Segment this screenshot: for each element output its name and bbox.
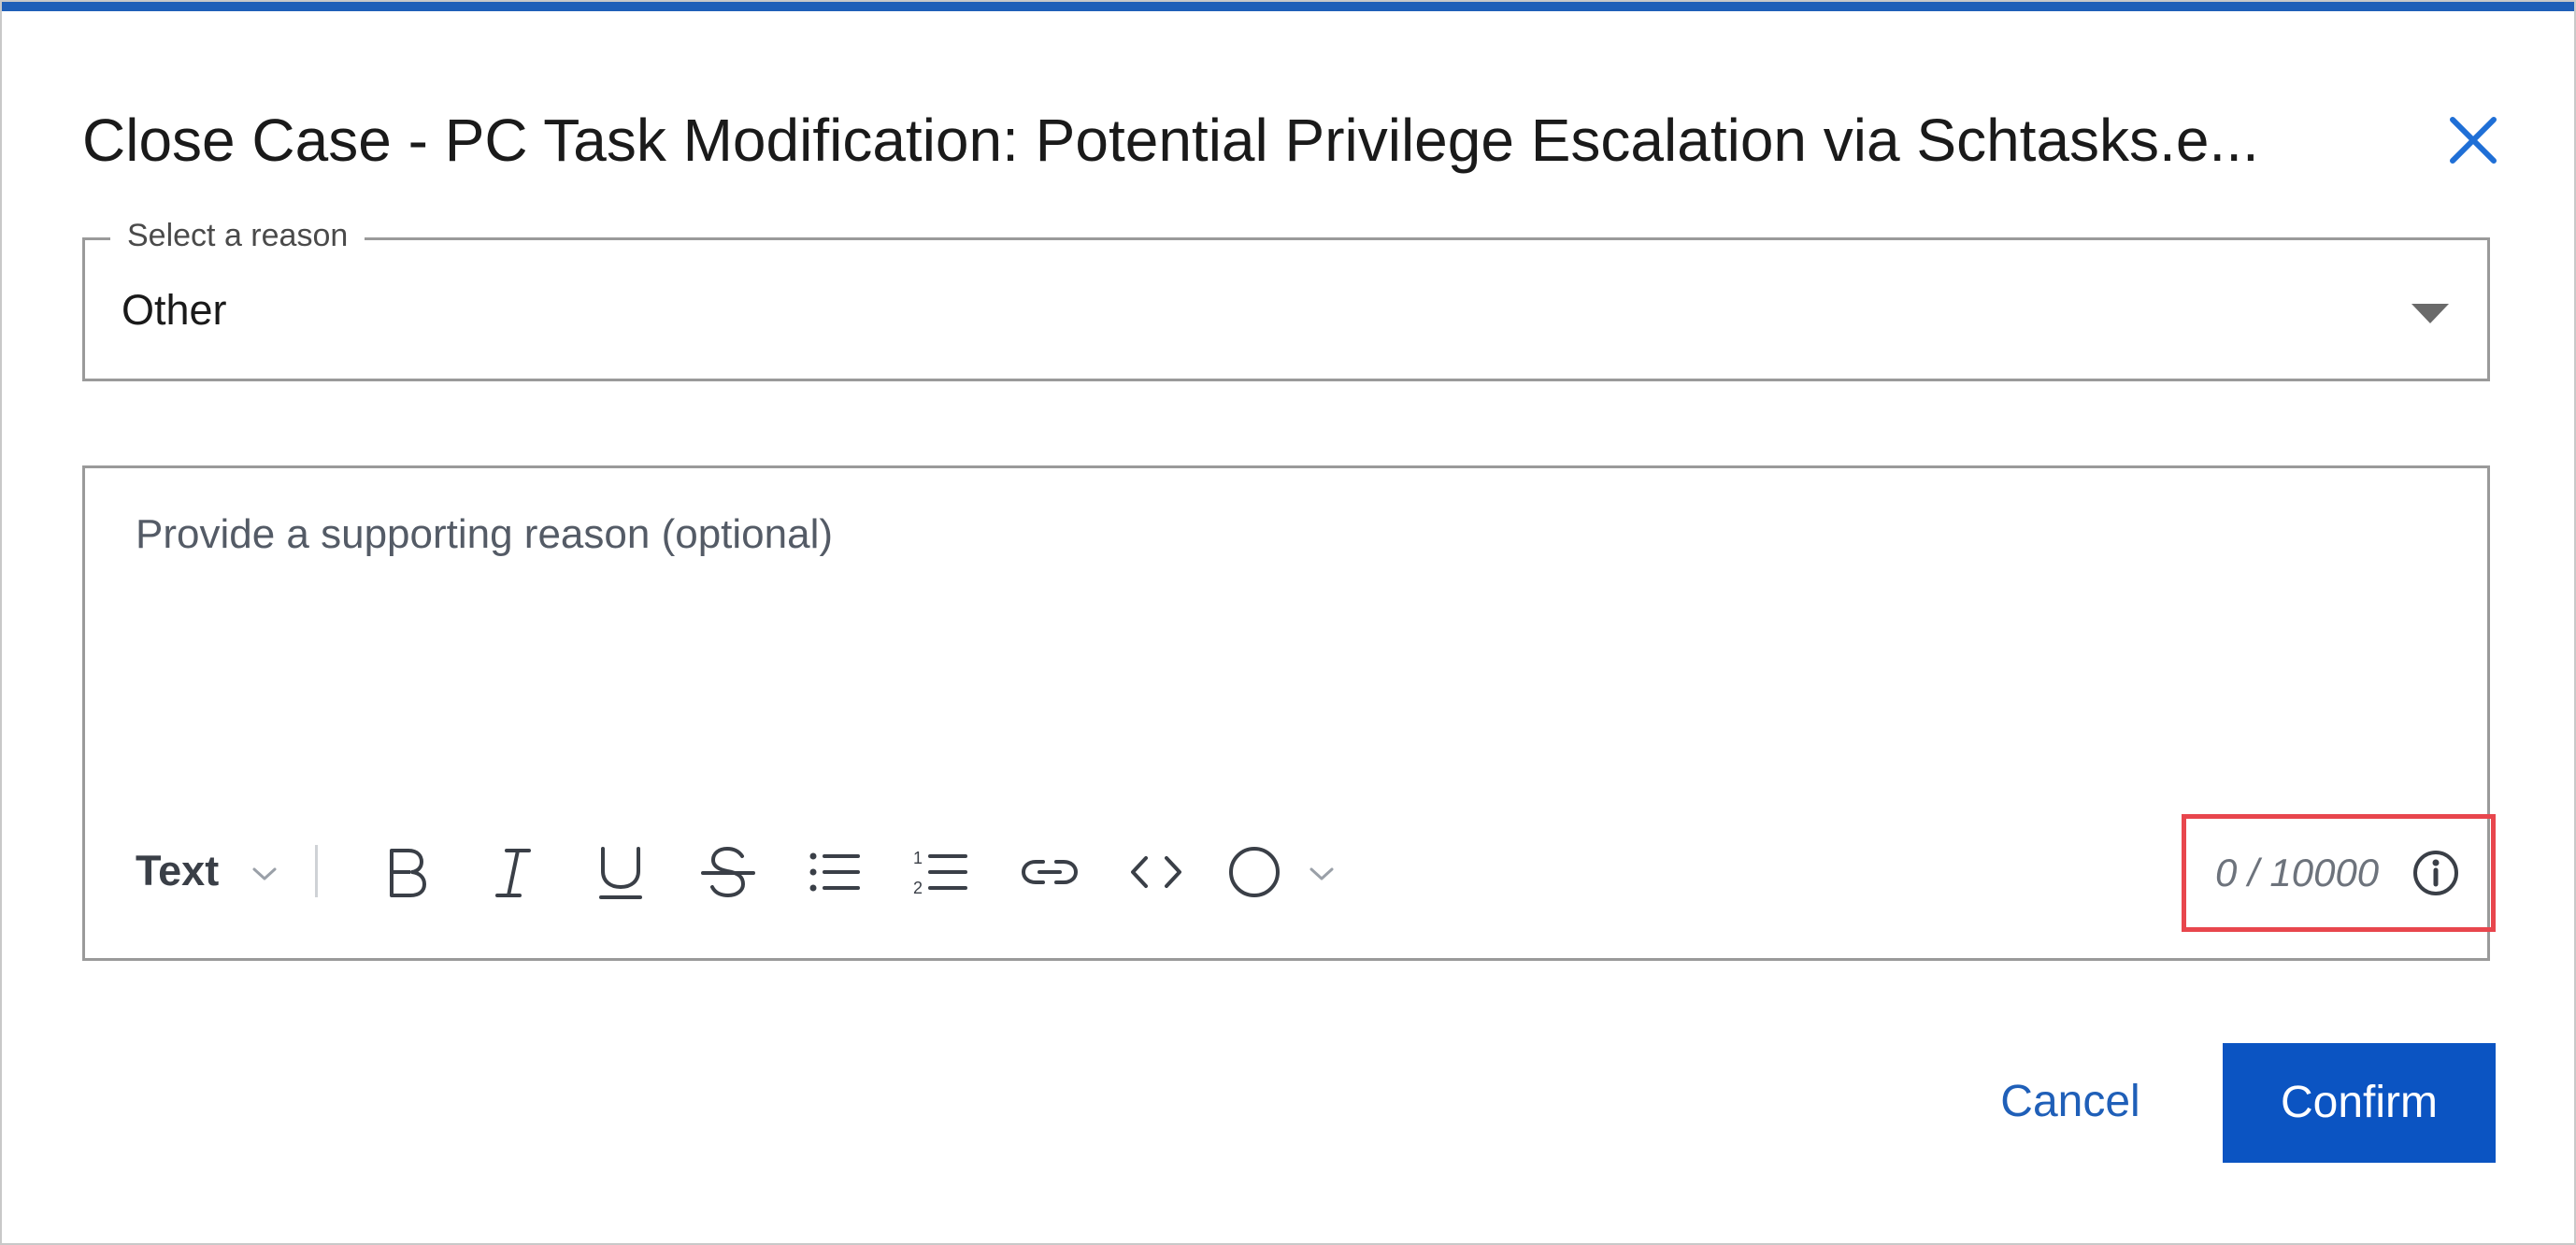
top-accent-bar — [2, 2, 2574, 11]
close-button[interactable] — [2443, 110, 2503, 170]
confirm-button[interactable]: Confirm — [2223, 1043, 2496, 1163]
reason-select[interactable] — [82, 237, 2490, 381]
reason-select-value: Other — [122, 286, 227, 334]
text-style-dropdown[interactable]: Text — [136, 843, 219, 899]
close-icon — [2450, 117, 2497, 164]
circle-icon[interactable] — [1222, 839, 1287, 905]
svg-text:2: 2 — [913, 879, 923, 897]
svg-text:1: 1 — [913, 849, 923, 867]
underline-icon[interactable] — [588, 839, 653, 905]
italic-icon[interactable] — [480, 839, 546, 905]
color-chevron-down-icon[interactable] — [1309, 865, 1335, 883]
link-icon[interactable] — [1017, 839, 1082, 905]
editor-placeholder[interactable]: Provide a supporting reason (optional) — [136, 507, 833, 563]
strikethrough-icon[interactable] — [695, 839, 761, 905]
info-icon[interactable] — [2411, 849, 2460, 897]
toolbar-divider — [315, 845, 318, 897]
bullet-list-icon[interactable] — [802, 839, 867, 905]
caret-down-icon[interactable] — [2411, 301, 2449, 325]
cancel-button[interactable]: Cancel — [1982, 1041, 2159, 1163]
code-icon[interactable] — [1123, 839, 1189, 905]
reason-select-label: Select a reason — [110, 213, 365, 258]
character-counter: 0 / 10000 — [2215, 851, 2380, 894]
numbered-list-icon[interactable]: 1 2 — [909, 839, 975, 905]
chevron-down-icon[interactable] — [251, 865, 278, 883]
dialog-title: Close Case - PC Task Modification: Poten… — [82, 107, 2259, 174]
bold-icon[interactable] — [373, 839, 438, 905]
